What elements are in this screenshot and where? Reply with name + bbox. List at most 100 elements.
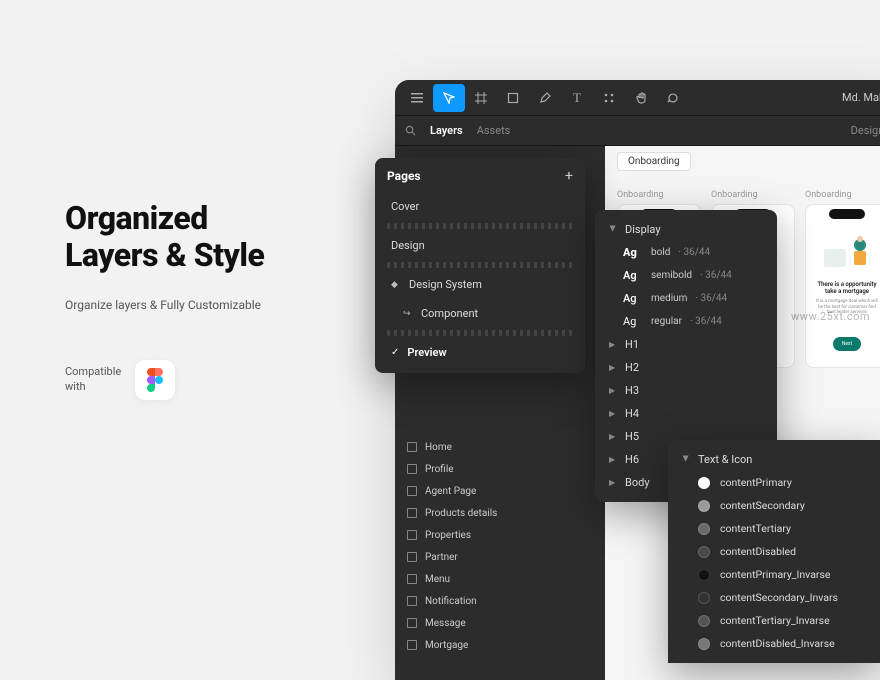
resources-button[interactable] bbox=[593, 84, 625, 112]
add-page-button[interactable]: + bbox=[565, 168, 573, 184]
tab-design[interactable]: Design bbox=[851, 124, 880, 137]
figma-badge bbox=[135, 360, 175, 400]
layer-row[interactable]: Menu bbox=[395, 568, 605, 590]
compatible-row: Compatiblewith bbox=[65, 360, 345, 400]
color-group[interactable]: ▶Text & Icon bbox=[668, 448, 880, 471]
frame-icon bbox=[407, 530, 417, 540]
color-swatch bbox=[698, 638, 710, 650]
layer-label: Message bbox=[425, 618, 466, 629]
layer-row[interactable]: Notification bbox=[395, 590, 605, 612]
color-name: contentDisabled bbox=[720, 545, 796, 558]
section-chip-onboarding[interactable]: Onboarding bbox=[617, 152, 691, 171]
toolbar: T Md. Mahmo bbox=[395, 80, 880, 116]
type-meta: · 36/44 bbox=[700, 270, 732, 281]
figma-menu-button[interactable] bbox=[401, 84, 433, 112]
frame-icon bbox=[407, 618, 417, 628]
type-style-row[interactable]: Agmedium · 36/44 bbox=[595, 287, 777, 310]
layer-row[interactable]: Partner bbox=[395, 546, 605, 568]
color-row[interactable]: contentPrimary_Invarse bbox=[668, 563, 880, 586]
pen-tool-button[interactable] bbox=[529, 84, 561, 112]
type-style-row[interactable]: Agregular · 36/44 bbox=[595, 310, 777, 333]
page-item[interactable]: ◆Design System bbox=[375, 270, 585, 299]
move-tool-button[interactable] bbox=[433, 84, 465, 112]
search-icon[interactable] bbox=[405, 125, 416, 136]
artboard-label: Onboarding bbox=[617, 190, 701, 200]
type-style-row[interactable]: Agbold · 36/44 bbox=[595, 241, 777, 264]
type-group[interactable]: ▶H1 bbox=[595, 333, 777, 356]
caret-right-icon: ▶ bbox=[609, 363, 617, 372]
page-label: Design System bbox=[409, 278, 482, 291]
caret-right-icon: ▶ bbox=[609, 455, 617, 464]
color-name: contentTertiary bbox=[720, 522, 791, 535]
page-item[interactable]: Design bbox=[375, 231, 585, 260]
sidebar-tabs: Layers Assets Design ⌄ bbox=[395, 116, 880, 146]
shape-tool-button[interactable] bbox=[497, 84, 529, 112]
ag-sample: Ag bbox=[623, 292, 643, 305]
type-group[interactable]: ▶Display bbox=[595, 218, 777, 241]
color-row[interactable]: contentSecondary bbox=[668, 494, 880, 517]
color-group-label: Text & Icon bbox=[698, 453, 752, 466]
watermark: www.25xt.com bbox=[791, 310, 870, 323]
layer-row[interactable]: Profile bbox=[395, 458, 605, 480]
color-row[interactable]: contentTertiary bbox=[668, 517, 880, 540]
frame-tool-button[interactable] bbox=[465, 84, 497, 112]
color-name: contentPrimary_Invarse bbox=[720, 568, 830, 581]
frame-icon bbox=[407, 508, 417, 518]
tab-assets[interactable]: Assets bbox=[477, 124, 511, 137]
frame-icon bbox=[407, 552, 417, 562]
color-swatch bbox=[698, 477, 710, 489]
tab-layers[interactable]: Layers bbox=[430, 124, 463, 137]
layer-label: Menu bbox=[425, 574, 450, 585]
layer-row[interactable]: Home bbox=[395, 436, 605, 458]
color-swatch bbox=[698, 500, 710, 512]
page-item[interactable]: Cover bbox=[375, 192, 585, 221]
page-item-active[interactable]: ✓Preview bbox=[375, 338, 585, 367]
frame-icon bbox=[407, 574, 417, 584]
layer-label: Partner bbox=[425, 552, 458, 563]
layer-row[interactable]: Mortgage bbox=[395, 634, 605, 656]
type-group-label: H6 bbox=[625, 453, 639, 466]
caret-right-icon: ▶ bbox=[609, 478, 617, 487]
type-meta: · 36/44 bbox=[678, 247, 710, 258]
color-row[interactable]: contentPrimary bbox=[668, 471, 880, 494]
ag-sample: Ag bbox=[623, 315, 643, 328]
layer-label: Mortgage bbox=[425, 640, 468, 651]
marketing-block: Organized Layers & Style Organize layers… bbox=[65, 200, 345, 400]
page-item[interactable]: ↪Component bbox=[375, 299, 585, 328]
color-row[interactable]: contentDisabled bbox=[668, 540, 880, 563]
color-swatch bbox=[698, 615, 710, 627]
pages-title: Pages bbox=[387, 169, 421, 183]
page-label: Design bbox=[391, 239, 425, 252]
layer-row[interactable]: Properties bbox=[395, 524, 605, 546]
page-divider bbox=[387, 330, 573, 336]
color-swatch bbox=[698, 523, 710, 535]
artboard[interactable]: Onboarding There is a opportunity take a… bbox=[805, 190, 880, 368]
layer-row[interactable]: Message bbox=[395, 612, 605, 634]
layer-label: Properties bbox=[425, 530, 471, 541]
ag-sample: Ag bbox=[623, 269, 643, 282]
layers-list: Home Profile Agent Page Products details… bbox=[395, 436, 605, 656]
page-divider bbox=[387, 223, 573, 229]
hand-tool-button[interactable] bbox=[625, 84, 657, 112]
type-group-label: H2 bbox=[625, 361, 639, 374]
color-row[interactable]: contentDisabled_Invarse bbox=[668, 632, 880, 655]
check-icon: ✓ bbox=[391, 347, 399, 358]
layer-label: Notification bbox=[425, 596, 477, 607]
color-name: contentDisabled_Invarse bbox=[720, 637, 835, 650]
text-tool-button[interactable]: T bbox=[561, 84, 593, 112]
layer-row[interactable]: Products details bbox=[395, 502, 605, 524]
color-name: contentPrimary bbox=[720, 476, 792, 489]
color-row[interactable]: contentTertiary_Invarse bbox=[668, 609, 880, 632]
color-row[interactable]: contentSecondary_Invars bbox=[668, 586, 880, 609]
type-group[interactable]: ▶H3 bbox=[595, 379, 777, 402]
layer-row[interactable]: Agent Page bbox=[395, 480, 605, 502]
compatible-label: Compatiblewith bbox=[65, 365, 121, 394]
type-group-label: H3 bbox=[625, 384, 639, 397]
type-meta: · 36/44 bbox=[695, 293, 727, 304]
type-group[interactable]: ▶ H2 bbox=[595, 356, 777, 379]
comment-tool-button[interactable] bbox=[657, 84, 689, 112]
type-style-row[interactable]: Agsemibold · 36/44 bbox=[595, 264, 777, 287]
type-group[interactable]: ▶H4 bbox=[595, 402, 777, 425]
type-style-name: regular bbox=[651, 316, 682, 327]
caret-right-icon: ▶ bbox=[609, 432, 617, 441]
